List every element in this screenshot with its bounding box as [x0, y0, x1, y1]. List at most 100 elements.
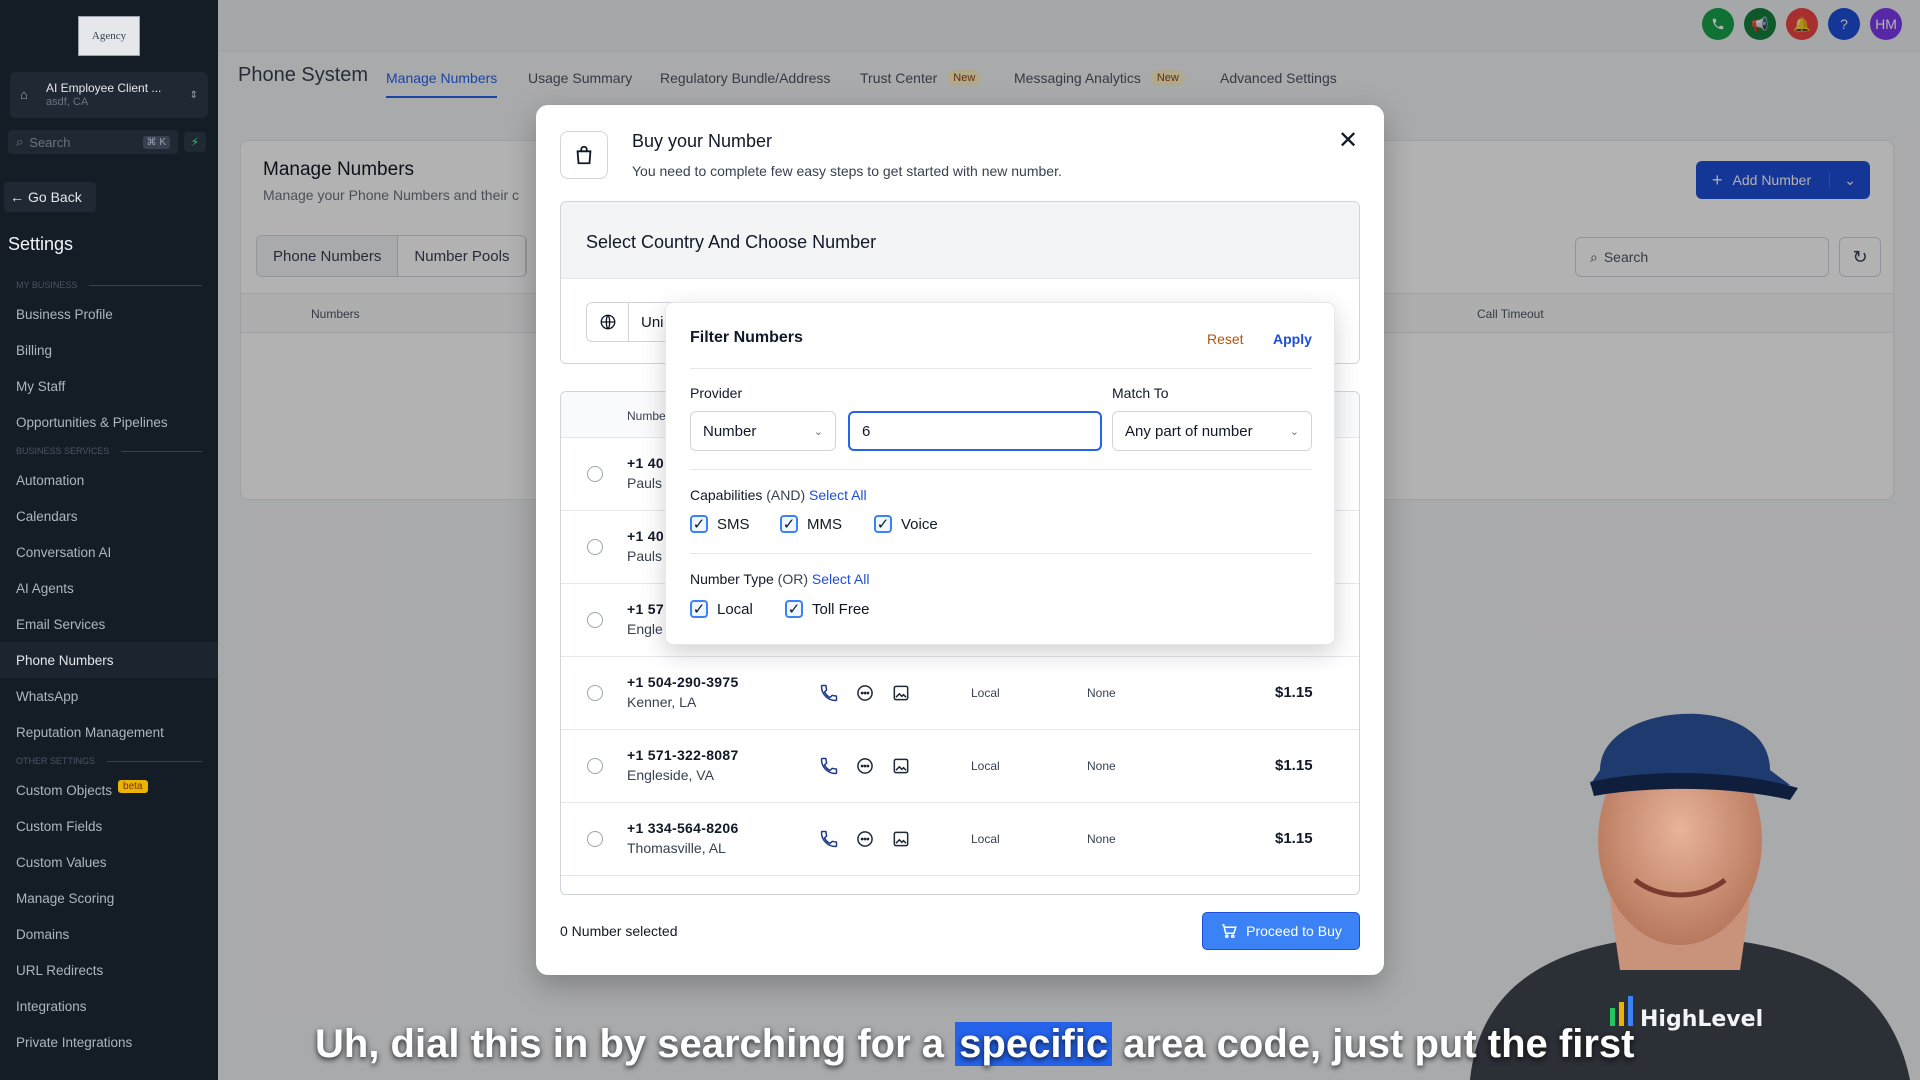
go-back-button[interactable]: ← Go Back	[4, 182, 96, 212]
sidebar-item-label: Email Services	[16, 616, 106, 632]
sidebar-item-label: Phone Numbers	[16, 652, 114, 668]
sidebar-item-label: Manage Scoring	[16, 890, 115, 906]
step-title: Select Country And Choose Number	[561, 202, 1359, 279]
account-name: AI Employee Client ...	[46, 81, 162, 95]
table-row[interactable]: +1 504-290-3975 Kenner, LA Local None $1…	[561, 657, 1359, 730]
capabilities	[819, 756, 911, 776]
proceed-label: Proceed to Buy	[1246, 923, 1342, 939]
apply-button[interactable]: Apply	[1273, 331, 1312, 347]
check-icon: ✓	[780, 515, 798, 533]
number-type: Local	[971, 759, 1000, 773]
sidebar-item-reputation-management[interactable]: Reputation Management	[0, 714, 218, 750]
sidebar-item-label: Reputation Management	[16, 724, 164, 740]
phone-number: +1 571-322-8087	[627, 747, 739, 763]
sidebar-section-label: MY BUSINESS	[0, 274, 218, 296]
radio-button[interactable]	[587, 685, 603, 701]
voice-icon	[819, 829, 839, 849]
checkbox-toll-free[interactable]: ✓ Toll Free	[785, 600, 870, 618]
sidebar-item-custom-values[interactable]: Custom Values	[0, 844, 218, 880]
checkbox-voice[interactable]: ✓ Voice	[874, 515, 938, 533]
sidebar-item-private-integrations[interactable]: Private Integrations	[0, 1024, 218, 1060]
radio-button[interactable]	[587, 758, 603, 774]
number-type: Local	[971, 686, 1000, 700]
caption-highlight: specific	[955, 1022, 1113, 1066]
address-requirement: None	[1087, 686, 1116, 700]
selected-count: 0 Number selected	[560, 923, 678, 939]
check-icon: ✓	[785, 600, 803, 618]
checkbox-local[interactable]: ✓ Local	[690, 600, 753, 618]
number-location: Pauls	[627, 548, 663, 564]
number-price: $1.15	[1275, 830, 1313, 847]
sidebar-item-conversation-ai[interactable]: Conversation AI	[0, 534, 218, 570]
capabilities	[819, 829, 911, 849]
sidebar-item-label: Private Integrations	[16, 1034, 133, 1050]
sidebar-section-label: BUSINESS SERVICES	[0, 440, 218, 462]
sidebar-item-my-staff[interactable]: My Staff	[0, 368, 218, 404]
sidebar-item-business-profile[interactable]: Business Profile	[0, 296, 218, 332]
sidebar-item-email-services[interactable]: Email Services	[0, 606, 218, 642]
sidebar-item-label: Conversation AI	[16, 544, 112, 560]
beta-badge: beta	[118, 779, 148, 793]
checkbox-mms[interactable]: ✓ MMS	[780, 515, 842, 533]
number-search-input[interactable]	[848, 411, 1102, 451]
sidebar-item-billing[interactable]: Billing	[0, 332, 218, 368]
sidebar-item-calendars[interactable]: Calendars	[0, 498, 218, 534]
address-requirement: None	[1087, 759, 1116, 773]
sidebar-item-ai-agents[interactable]: AI Agents	[0, 570, 218, 606]
radio-button[interactable]	[587, 831, 603, 847]
sidebar-item-manage-scoring[interactable]: Manage Scoring	[0, 880, 218, 916]
modal-title: Buy your Number	[632, 131, 773, 151]
sidebar-item-whatsapp[interactable]: WhatsApp	[0, 678, 218, 714]
match-label: Match To	[1112, 385, 1169, 401]
checkbox-label: Voice	[901, 515, 938, 533]
match-to-select[interactable]: Any part of number ⌄	[1112, 411, 1312, 451]
sms-icon	[855, 829, 875, 849]
presenter-webcam: HighLevel	[1410, 650, 1920, 1080]
capabilities-select-all[interactable]: Select All	[809, 487, 867, 503]
sidebar-item-domains[interactable]: Domains	[0, 916, 218, 952]
provider-select[interactable]: Number ⌄	[690, 411, 836, 451]
sidebar-item-custom-objects[interactable]: Custom Objects beta	[0, 772, 218, 808]
sidebar-item-url-redirects[interactable]: URL Redirects	[0, 952, 218, 988]
close-icon[interactable]: ✕	[1338, 129, 1358, 153]
type-select-all[interactable]: Select All	[812, 571, 870, 587]
sidebar-item-label: Billing	[16, 342, 53, 358]
checkbox-sms[interactable]: ✓ SMS	[690, 515, 750, 533]
sms-icon	[855, 756, 875, 776]
sidebar-nav: MY BUSINESS Business Profile Billing My Sta…	[0, 274, 218, 1060]
mms-icon	[891, 756, 911, 776]
sidebar-section-label: OTHER SETTINGS	[0, 750, 218, 772]
number-location: Engle	[627, 621, 663, 637]
capabilities	[819, 683, 911, 703]
sidebar-item-custom-fields[interactable]: Custom Fields	[0, 808, 218, 844]
chevron-down-icon: ⌄	[813, 425, 823, 438]
search-placeholder: Search	[29, 134, 71, 150]
radio-button[interactable]	[587, 612, 603, 628]
svg-text:HighLevel: HighLevel	[1640, 1007, 1763, 1032]
bolt-icon[interactable]: ⚡	[184, 132, 206, 152]
sidebar-item-integrations[interactable]: Integrations	[0, 988, 218, 1024]
reset-button[interactable]: Reset	[1207, 331, 1244, 347]
radio-button[interactable]	[587, 466, 603, 482]
divider	[690, 469, 1312, 470]
search-icon: ⌕	[16, 134, 24, 149]
checkbox-label: MMS	[807, 515, 842, 533]
sidebar-item-label: Custom Values	[16, 854, 107, 870]
sidebar-item-phone-numbers[interactable]: Phone Numbers	[0, 642, 218, 678]
radio-button[interactable]	[587, 539, 603, 555]
sidebar-search[interactable]: ⌕ Search ⌘ K	[8, 130, 178, 154]
table-row[interactable]: +1 571-322-8087 Engleside, VA Local None…	[561, 730, 1359, 803]
sidebar-item-label: Domains	[16, 926, 70, 942]
search-shortcut: ⌘ K	[142, 135, 170, 149]
phone-number: +1 334-564-8206	[627, 820, 739, 836]
sidebar-item-automation[interactable]: Automation	[0, 462, 218, 498]
sidebar-item-opportunities-pipelines[interactable]: Opportunities & Pipelines	[0, 404, 218, 440]
number-location: Engleside, VA	[627, 767, 714, 783]
agency-logo[interactable]: Agency	[78, 16, 140, 56]
table-row[interactable]: +1 334-564-8206 Thomasville, AL Local No…	[561, 803, 1359, 876]
proceed-to-buy-button[interactable]: Proceed to Buy	[1202, 912, 1360, 950]
sidebar-item-label: Custom Objects	[16, 782, 113, 798]
arrow-left-icon: ←	[10, 189, 24, 205]
account-switcher[interactable]: ⌂ AI Employee Client ... asdf, CA ⇕	[10, 72, 208, 118]
country-select[interactable]: Uni	[586, 302, 676, 342]
